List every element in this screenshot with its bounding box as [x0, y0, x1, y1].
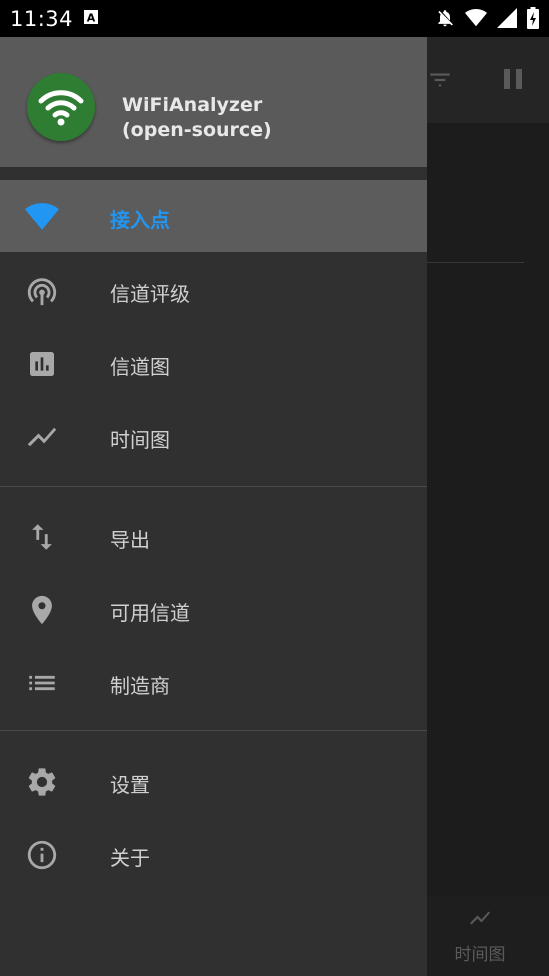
notifications-off-icon: [438, 10, 453, 27]
nav-item-access-points[interactable]: 接入点: [0, 180, 427, 252]
navigation-drawer: WiFiAnalyzer (open-source) 接入点 信道评级 信道图 …: [0, 37, 427, 976]
wifi-tethering-icon: [25, 274, 59, 308]
nav-item-available-channels[interactable]: 可用信道: [0, 573, 427, 645]
nav-item-label: 时间图: [110, 428, 170, 452]
nav-item-label: 导出: [110, 528, 150, 552]
app-name: WiFiAnalyzer (open-source): [122, 94, 272, 141]
nav-item-label: 接入点: [110, 208, 170, 232]
wifi-logo-icon: [38, 90, 84, 126]
signal-icon: [497, 8, 517, 28]
nav-item-export[interactable]: 导出: [0, 500, 427, 572]
nav-item-time-graph[interactable]: 时间图: [0, 400, 427, 472]
nav-item-label: 信道图: [110, 355, 170, 379]
drawer-header: WiFiAnalyzer (open-source): [0, 37, 427, 167]
nav-item-about[interactable]: 关于: [0, 818, 427, 890]
app-logo: [27, 73, 95, 141]
drawer-divider: [0, 730, 427, 731]
nav-item-settings[interactable]: 设置: [0, 745, 427, 817]
a-notification-icon: A: [84, 10, 98, 24]
nav-item-label: 设置: [110, 773, 150, 797]
nav-item-label: 制造商: [110, 674, 170, 698]
import-export-icon: [25, 520, 59, 554]
svg-text:A: A: [87, 12, 96, 25]
status-time: 11:34: [10, 7, 74, 31]
settings-icon: [25, 765, 59, 799]
nav-item-vendors[interactable]: 制造商: [0, 646, 427, 718]
nav-item-label: 关于: [110, 846, 150, 870]
nav-item-channel-rating[interactable]: 信道评级: [0, 254, 427, 326]
nav-item-channel-graph[interactable]: 信道图: [0, 327, 427, 399]
drawer-divider: [0, 486, 427, 487]
wifi-icon: [25, 200, 59, 234]
battery-charging-icon: [527, 7, 539, 29]
status-bar: 11:34 A: [0, 0, 549, 37]
wifi-icon: [465, 9, 487, 27]
status-icons: [435, 7, 539, 29]
nav-item-label: 可用信道: [110, 601, 190, 625]
location-pin-icon: [25, 593, 59, 627]
nav-item-label: 信道评级: [110, 282, 190, 306]
line-chart-icon: [25, 420, 59, 454]
list-icon: [25, 666, 59, 700]
info-icon: [25, 838, 59, 872]
bar-chart-icon: [25, 347, 59, 381]
